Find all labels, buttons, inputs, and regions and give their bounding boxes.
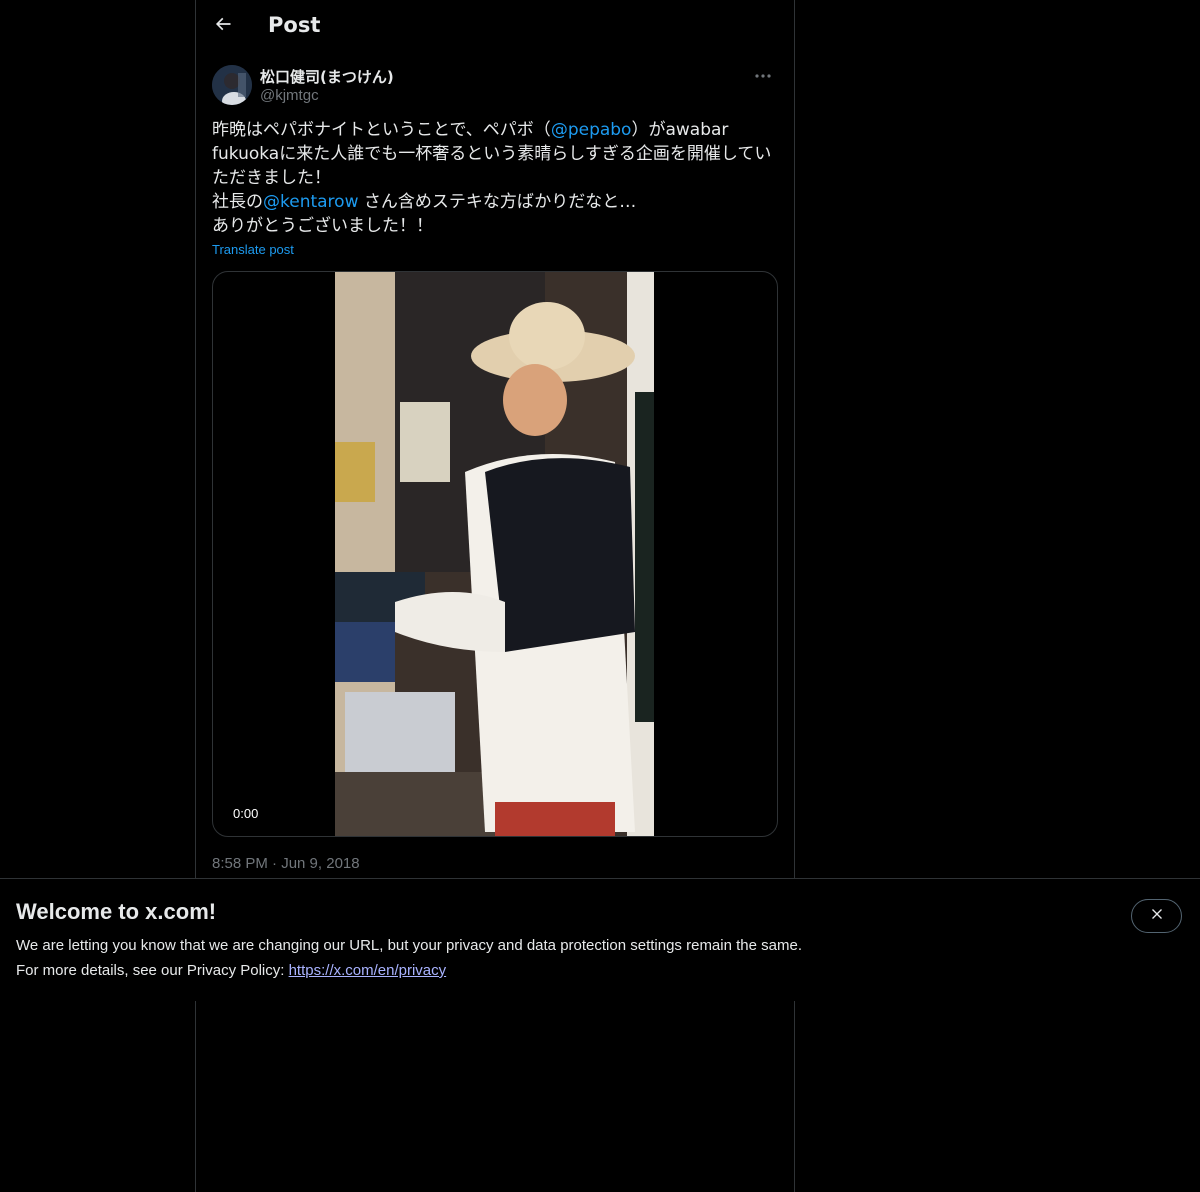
post-author: 松口健司(まつけん) @kjmtgc [212, 64, 778, 108]
post-text: 昨晩はペパボナイトということで、ペパボ（@pepabo）がawabar fuku… [212, 118, 778, 238]
post-text-line: 社長の@kentarow さん含めステキな方ばかりだなと… [212, 192, 637, 212]
mention-link[interactable]: @pepabo [551, 120, 632, 140]
avatar[interactable] [212, 65, 252, 105]
video-player[interactable]: 0:00 [212, 271, 778, 837]
close-icon [1149, 906, 1165, 927]
post-text-line: ただきました！ [212, 168, 331, 188]
post-text-line: ありがとうございました！！ [212, 216, 433, 236]
banner-privacy-line: For more details, see our Privacy Policy… [16, 962, 447, 979]
main-column: Post 松口健司(まつけん) @kjmtgc 昨晩はペパボナイトということで、… [195, 0, 795, 1192]
video-duration: 0:00 [225, 805, 267, 822]
page-title: Post [268, 13, 321, 37]
banner-message: We are letting you know that we are chan… [16, 937, 802, 954]
author-name[interactable]: 松口健司(まつけん) [260, 66, 394, 87]
arrow-left-icon [213, 14, 233, 39]
author-handle[interactable]: @kjmtgc [260, 87, 319, 104]
post-text-line: 昨晩はペパボナイトということで、ペパボ（@pepabo）がawabar [212, 120, 729, 140]
welcome-banner: Welcome to x.com! We are letting you kno… [0, 878, 1200, 1001]
more-button[interactable] [748, 64, 778, 86]
video-frame[interactable] [335, 272, 654, 836]
top-bar: Post [196, 0, 794, 54]
privacy-policy-link[interactable]: https://x.com/en/privacy [289, 962, 447, 979]
back-button[interactable] [206, 9, 240, 43]
banner-title: Welcome to x.com! [16, 899, 217, 924]
translate-post-link[interactable]: Translate post [212, 242, 294, 257]
mention-link[interactable]: @kentarow [263, 192, 358, 212]
post-text-line: fukuokaに来た人誰でも一杯奢るという素晴らしすぎる企画を開催してい [212, 144, 772, 164]
close-banner-button[interactable] [1131, 899, 1182, 933]
more-horizontal-icon [755, 66, 771, 84]
post-timestamp[interactable]: 8:58 PM · Jun 9, 2018 [212, 855, 360, 872]
